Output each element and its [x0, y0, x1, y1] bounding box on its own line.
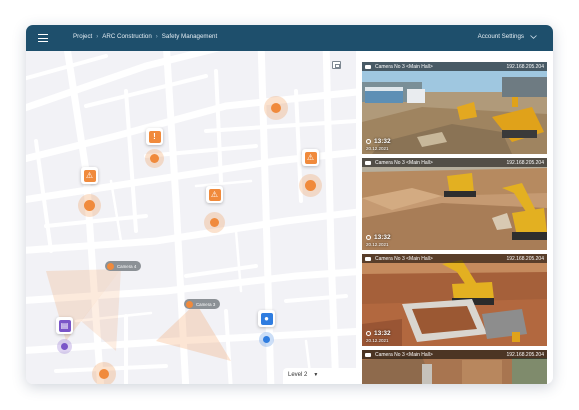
camera-icon	[107, 262, 114, 270]
level-select-value: Level 2	[288, 372, 308, 378]
breadcrumb-arc-construction[interactable]: ARC Construction	[102, 33, 152, 40]
map-layers-icon[interactable]	[332, 61, 341, 69]
breadcrumb: Project › ARC Construction › Safety Mana…	[73, 33, 217, 40]
camera-feed-panel: Camera No 3 <Main Hall> 192.168.205.204 …	[356, 51, 553, 384]
camera-icon	[365, 352, 371, 357]
camera-feed-card[interactable]: Camera No 3 <Main Hall> 192.168.205.204 …	[362, 254, 547, 346]
breadcrumb-project[interactable]: Project	[73, 33, 92, 40]
clock-icon	[366, 331, 371, 336]
camera-feed-timestamp: 13:32 20.12.2021	[366, 330, 391, 343]
camera-feed-header: Camera No 3 <Main Hall> 192.168.205.204	[362, 62, 547, 71]
alarm-icon: ⚠	[83, 169, 96, 182]
camera-feed-ip: 192.168.205.204	[506, 255, 544, 262]
camera-4-label-text: Camera 4	[117, 263, 137, 269]
camera-4-label[interactable]: Camera 4	[105, 261, 142, 271]
chevron-right-icon: ›	[155, 33, 158, 40]
clock-icon	[366, 235, 371, 240]
camera-feed-header: Camera No 3 <Main Hall> 192.168.205.204	[362, 158, 547, 167]
app-window: Project › ARC Construction › Safety Mana…	[26, 25, 553, 384]
camera-feed-date: 20.12.2021	[366, 338, 389, 343]
water-drop-icon: ●	[260, 312, 273, 325]
camera-feed-ip: 192.168.205.204	[506, 63, 544, 70]
top-bar: Project › ARC Construction › Safety Mana…	[26, 25, 553, 51]
clock-icon	[366, 139, 371, 144]
alarm-icon: ⚠	[208, 188, 221, 201]
chevron-down-icon	[530, 34, 537, 39]
camera-feed-card[interactable]: Camera No 3 <Main Hall> 192.168.205.204 …	[362, 62, 547, 154]
equipment-icon: ▤	[58, 319, 71, 332]
camera-icon	[365, 256, 371, 261]
hamburger-menu-icon[interactable]	[38, 33, 48, 43]
site-map[interactable]: ! ⚠ ⚠ ⚠ Camera 4 Camera 3 ▤ ● Level 2 ▼	[26, 51, 356, 384]
camera-feed-ip: 192.168.205.204	[506, 159, 544, 166]
camera-icon	[365, 160, 371, 165]
camera-3-label[interactable]: Camera 3	[184, 299, 221, 309]
camera-feed-timestamp: 13:32 20.12.2021	[366, 138, 391, 151]
alarm-icon: ⚠	[304, 151, 317, 164]
camera-feed-title: Camera No 3 <Main Hall>	[375, 351, 433, 358]
camera-feed-time: 13:32	[374, 330, 391, 337]
account-settings-button[interactable]: Account Settings	[478, 33, 537, 40]
breadcrumb-safety-management[interactable]: Safety Management	[162, 33, 217, 40]
camera-feed-date: 20.12.2021	[366, 242, 389, 247]
camera-icon	[186, 300, 193, 308]
camera-feed-title: Camera No 3 <Main Hall>	[375, 255, 433, 262]
chevron-right-icon: ›	[96, 33, 99, 40]
camera-feed-timestamp: 13:32 20.12.2021	[366, 234, 391, 247]
camera-feed-header: Camera No 3 <Main Hall> 192.168.205.204	[362, 350, 547, 359]
camera-feed-time: 13:32	[374, 234, 391, 241]
camera-3-label-text: Camera 3	[196, 301, 216, 307]
camera-feed-card[interactable]: Camera No 3 <Main Hall> 192.168.205.204	[362, 350, 547, 384]
camera-feed-time: 13:32	[374, 138, 391, 145]
camera-icon	[365, 64, 371, 69]
caret-down-icon: ▼	[313, 372, 319, 378]
warning-icon: !	[148, 130, 161, 143]
level-select[interactable]: Level 2 ▼	[283, 368, 356, 384]
camera-feed-title: Camera No 3 <Main Hall>	[375, 63, 433, 70]
camera-feed-card[interactable]: Camera No 3 <Main Hall> 192.168.205.204 …	[362, 158, 547, 250]
camera-feed-title: Camera No 3 <Main Hall>	[375, 159, 433, 166]
street-map	[26, 51, 356, 384]
account-settings-label: Account Settings	[477, 33, 524, 40]
camera-feed-ip: 192.168.205.204	[506, 351, 544, 358]
camera-feed-date: 20.12.2021	[366, 146, 389, 151]
camera-feed-header: Camera No 3 <Main Hall> 192.168.205.204	[362, 254, 547, 263]
